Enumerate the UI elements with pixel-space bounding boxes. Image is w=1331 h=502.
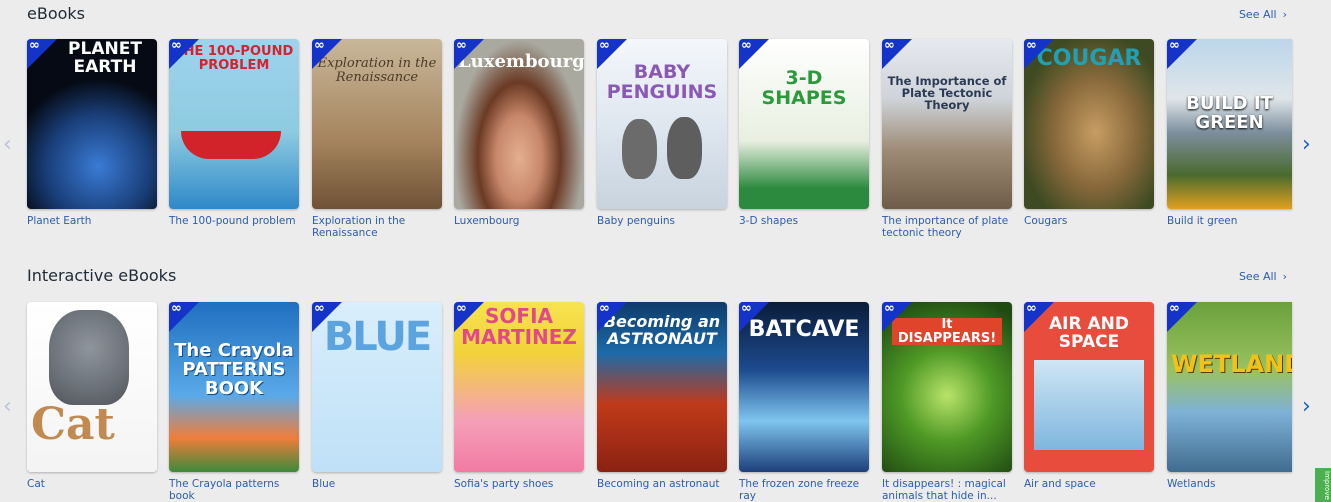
chevron-right-icon: › (1282, 8, 1287, 21)
infinity-icon: ∞ (1169, 302, 1180, 316)
cover-title: Cat (31, 399, 115, 450)
book-card[interactable]: AIR AND SPACE ∞ Air and space (1024, 302, 1154, 490)
book-cover: AIR AND SPACE ∞ (1024, 302, 1154, 472)
carousel-next-button[interactable]: › (1302, 134, 1311, 156)
cover-title: BUILD IT GREEN (1186, 93, 1273, 133)
book-caption[interactable]: The importance of plate tectonic theory (882, 215, 1010, 239)
infinity-icon: ∞ (1026, 302, 1037, 316)
infinity-icon: ∞ (314, 302, 325, 316)
book-cover: The Importance of Plate Tectonic Theory … (882, 39, 1012, 209)
book-card[interactable]: The Importance of Plate Tectonic Theory … (882, 39, 1012, 239)
cover-title: 3-D SHAPES (761, 67, 847, 109)
book-caption[interactable]: The Crayola patterns book (169, 478, 297, 502)
cover-title: The Importance of Plate Tectonic Theory (887, 74, 1007, 113)
book-cover: Becoming an ASTRONAUT ∞ (597, 302, 727, 472)
book-caption[interactable]: Cougars (1024, 215, 1152, 227)
book-card[interactable]: The Crayola PATTERNS BOOK ∞ The Crayola … (169, 302, 299, 502)
book-card[interactable]: BLUE ∞ Blue (312, 302, 442, 490)
cover-title: WETLANDS (1171, 350, 1292, 378)
carousel-next-button[interactable]: › (1302, 396, 1311, 418)
see-all-link[interactable]: See All › (1239, 270, 1287, 283)
book-caption[interactable]: Luxembourg (454, 215, 582, 227)
carousel-prev-button[interactable]: ‹ (3, 134, 12, 156)
book-card[interactable]: COUGAR ∞ Cougars (1024, 39, 1154, 227)
cover-title: The Crayola PATTERNS BOOK (174, 340, 294, 399)
book-card[interactable]: Cat Cat (27, 302, 157, 490)
infinity-icon: ∞ (456, 302, 467, 316)
book-caption[interactable]: 3-D shapes (739, 215, 867, 227)
book-caption[interactable]: Becoming an astronaut (597, 478, 725, 490)
chevron-right-icon: › (1282, 270, 1287, 283)
see-all-label: See All (1238, 270, 1277, 283)
book-card[interactable]: Exploration in the Renaissance ∞ Explora… (312, 39, 442, 239)
infinity-icon: ∞ (599, 302, 610, 316)
book-cover: Luxembourg ∞ (454, 39, 584, 209)
book-cover: BLUE ∞ (312, 302, 442, 472)
infinity-icon: ∞ (1169, 39, 1180, 53)
section-title: eBooks (27, 4, 85, 23)
book-caption[interactable]: Blue (312, 478, 440, 490)
book-card[interactable]: It DISAPPEARS! ∞ It disappears! : magica… (882, 302, 1012, 502)
infinity-icon: ∞ (314, 39, 325, 53)
book-caption[interactable]: The 100-pound problem (169, 215, 297, 227)
book-card[interactable]: BUILD IT GREEN ∞ Build it green (1167, 39, 1292, 227)
book-card[interactable]: PLANET EARTH ∞ Planet Earth (27, 39, 157, 227)
infinity-icon: ∞ (1026, 39, 1037, 53)
book-card[interactable]: THE 100-POUND PROBLEM ∞ The 100-pound pr… (169, 39, 299, 227)
book-caption[interactable]: Cat (27, 478, 155, 490)
book-cover: The Crayola PATTERNS BOOK ∞ (169, 302, 299, 472)
book-cover: BABY PENGUINS ∞ (597, 39, 727, 209)
book-card[interactable]: 3-D SHAPES ∞ 3-D shapes (739, 39, 869, 227)
book-caption[interactable]: The frozen zone freeze ray (739, 478, 867, 502)
book-cover: SOFIA MARTINEZ ∞ (454, 302, 584, 472)
feedback-tab[interactable]: Improve (1315, 468, 1331, 502)
see-all-label: See All (1238, 8, 1277, 21)
book-cover: BATCAVE ∞ (739, 302, 869, 472)
infinity-icon: ∞ (741, 302, 752, 316)
book-card[interactable]: SOFIA MARTINEZ ∞ Sofia's party shoes (454, 302, 584, 490)
infinity-icon: ∞ (599, 39, 610, 53)
book-cover: Exploration in the Renaissance ∞ (312, 39, 442, 209)
carousel-prev-button[interactable]: ‹ (3, 396, 12, 418)
book-cover: Cat (27, 302, 157, 472)
book-caption[interactable]: Exploration in the Renaissance (312, 215, 440, 239)
book-cover: 3-D SHAPES ∞ (739, 39, 869, 209)
book-cover: THE 100-POUND PROBLEM ∞ (169, 39, 299, 209)
book-caption[interactable]: Baby penguins (597, 215, 725, 227)
book-card[interactable]: BABY PENGUINS ∞ Baby penguins (597, 39, 727, 227)
infinity-icon: ∞ (884, 302, 895, 316)
book-caption[interactable]: Build it green (1167, 215, 1295, 227)
book-cover: COUGAR ∞ (1024, 39, 1154, 209)
book-card[interactable]: BATCAVE ∞ The frozen zone freeze ray (739, 302, 869, 502)
book-caption[interactable]: It disappears! : magical animals that hi… (882, 478, 1010, 502)
book-caption[interactable]: Wetlands (1167, 478, 1295, 490)
book-cover: It DISAPPEARS! ∞ (882, 302, 1012, 472)
book-card[interactable]: Luxembourg ∞ Luxembourg (454, 39, 584, 227)
book-caption[interactable]: Air and space (1024, 478, 1152, 490)
infinity-icon: ∞ (456, 39, 467, 53)
infinity-icon: ∞ (741, 39, 752, 53)
book-card[interactable]: WETLANDS ∞ Wetlands (1167, 302, 1292, 490)
section-title: Interactive eBooks (27, 266, 177, 285)
book-cover: PLANET EARTH ∞ (27, 39, 157, 209)
infinity-icon: ∞ (171, 302, 182, 316)
interactive-ebooks-section: Interactive eBooks See All › ‹ › Cat Cat … (0, 262, 1331, 502)
book-cover: WETLANDS ∞ (1167, 302, 1292, 472)
book-cover: BUILD IT GREEN ∞ (1167, 39, 1292, 209)
infinity-icon: ∞ (29, 39, 40, 53)
see-all-link[interactable]: See All › (1239, 8, 1287, 21)
book-card[interactable]: Becoming an ASTRONAUT ∞ Becoming an astr… (597, 302, 727, 490)
ebooks-section: eBooks See All › ‹ › PLANET EARTH ∞ Plane… (0, 0, 1331, 262)
book-caption[interactable]: Planet Earth (27, 215, 155, 227)
book-caption[interactable]: Sofia's party shoes (454, 478, 582, 490)
infinity-icon: ∞ (171, 39, 182, 53)
infinity-icon: ∞ (884, 39, 895, 53)
